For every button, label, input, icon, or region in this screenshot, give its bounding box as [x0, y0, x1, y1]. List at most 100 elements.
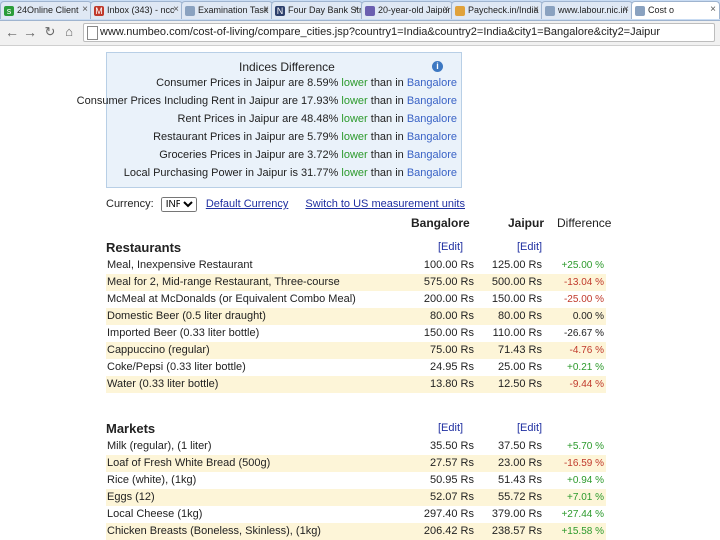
- indices-post: than in: [367, 113, 407, 125]
- indices-post: than in: [367, 77, 407, 89]
- item-name: Eggs (12): [107, 491, 155, 503]
- price-cell: 13.80 Rs: [429, 378, 474, 390]
- indices-title: Indices Difference: [239, 60, 335, 74]
- indices-pre: Consumer Prices Including Rent in Jaipur…: [76, 95, 342, 107]
- price-cell: 500.00 Rs: [491, 276, 542, 288]
- tab-close-icon[interactable]: ×: [623, 4, 629, 15]
- table-row: Coke/Pepsi (0.33 liter bottle) 24.95 Rs 25…: [106, 359, 606, 376]
- price-cell: 200.00 Rs: [423, 293, 474, 305]
- tab-label: Examination Task: [198, 5, 269, 15]
- item-name: McMeal at McDonalds (or Equivalent Combo…: [107, 293, 356, 305]
- indices-city: Bangalore: [406, 149, 457, 161]
- item-name: Coke/Pepsi (0.33 liter bottle): [107, 361, 246, 373]
- indices-difference-box: Indices Difference i Consumer Prices in …: [77, 52, 462, 188]
- edit-restaurants-bangalore[interactable]: [Edit]: [438, 241, 463, 253]
- indices-pre: Groceries Prices in Jaipur are 3.72%: [159, 149, 342, 161]
- table-row: Local Cheese (1kg) 297.40 Rs 379.00 Rs +27.…: [106, 506, 606, 523]
- item-name: Milk (regular), (1 liter): [107, 440, 212, 452]
- price-cell: 125.00 Rs: [491, 259, 542, 271]
- difference-cell: 0.00 %: [572, 311, 604, 322]
- browser-tab[interactable]: 20-year-old Jaipur ×: [361, 1, 453, 19]
- indices-city: Bangalore: [406, 167, 457, 179]
- table-row: Milk (regular), (1 liter) 35.50 Rs 37.50 R…: [106, 438, 606, 455]
- price-cell: 55.72 Rs: [497, 491, 542, 503]
- price-cell: 50.95 Rs: [429, 474, 474, 486]
- tab-label: Cost o: [648, 5, 675, 15]
- difference-cell: +25.00 %: [561, 260, 604, 271]
- price-cell: 297.40 Rs: [423, 508, 474, 520]
- favicon-icon: [635, 6, 645, 16]
- forward-icon[interactable]: →: [22, 24, 38, 40]
- tab-close-icon[interactable]: ×: [263, 4, 269, 15]
- edit-restaurants-jaipur[interactable]: [Edit]: [517, 241, 542, 253]
- browser-tab[interactable]: N Four Day Bank Str ×: [271, 1, 363, 19]
- browser-tab[interactable]: Cost o ×: [631, 1, 720, 19]
- price-cell: 24.95 Rs: [429, 361, 474, 373]
- default-currency-link[interactable]: Default Currency: [206, 198, 289, 210]
- favicon-icon: N: [275, 6, 285, 16]
- currency-select[interactable]: INR: [160, 197, 197, 212]
- indices-pre: Consumer Prices in Jaipur are 8.59%: [156, 77, 342, 89]
- price-cell: 51.43 Rs: [497, 474, 542, 486]
- item-name: Water (0.33 liter bottle): [107, 378, 219, 390]
- item-name: Local Cheese (1kg): [107, 508, 203, 520]
- tab-label: 24Online Client: [17, 5, 79, 15]
- table-row: Loaf of Fresh White Bread (500g) 27.57 Rs…: [106, 455, 606, 472]
- tab-close-icon[interactable]: ×: [82, 4, 88, 15]
- table-row: Meal, Inexpensive Restaurant 100.00 Rs 125…: [106, 257, 606, 274]
- difference-cell: +15.58 %: [561, 526, 604, 537]
- item-name: Imported Beer (0.33 liter bottle): [107, 327, 260, 339]
- favicon-icon: [545, 6, 555, 16]
- browser-tab[interactable]: s 24Online Client ×: [0, 1, 92, 19]
- price-cell: 37.50 Rs: [497, 440, 542, 452]
- price-cell: 80.00 Rs: [497, 310, 542, 322]
- back-icon[interactable]: ←: [4, 24, 20, 40]
- address-bar[interactable]: www.numbeo.com/cost-of-living/compare_ci…: [83, 23, 715, 42]
- indices-city: Bangalore: [406, 77, 457, 89]
- browser-tab[interactable]: Examination Task ×: [181, 1, 273, 19]
- indices-post: than in: [367, 167, 407, 179]
- us-units-link[interactable]: Switch to US measurement units: [305, 198, 465, 210]
- item-name: Loaf of Fresh White Bread (500g): [107, 457, 271, 469]
- favicon-icon: M: [94, 6, 104, 16]
- tab-close-icon[interactable]: ×: [443, 4, 449, 15]
- price-cell: 110.00 Rs: [492, 327, 542, 339]
- difference-cell: -9.44 %: [569, 379, 604, 390]
- indices-city: Bangalore: [406, 113, 457, 125]
- price-cell: 150.00 Rs: [491, 293, 542, 305]
- tab-close-icon[interactable]: ×: [353, 4, 359, 15]
- edit-markets-jaipur[interactable]: [Edit]: [517, 422, 542, 434]
- info-icon[interactable]: i: [432, 61, 443, 72]
- home-icon[interactable]: ⌂: [61, 24, 77, 39]
- browser-tab[interactable]: Paycheck.in/India ×: [451, 1, 543, 19]
- browser-tab[interactable]: M Inbox (343) - ncc ×: [90, 1, 183, 19]
- indices-dir: lower: [341, 95, 368, 107]
- tab-close-icon[interactable]: ×: [533, 4, 539, 15]
- indices-dir: lower: [341, 77, 368, 89]
- indices-row: Consumer Prices in Jaipur are 8.59% lowe…: [156, 77, 457, 89]
- column-jaipur: Jaipur: [508, 216, 545, 230]
- edit-markets-bangalore[interactable]: [Edit]: [438, 422, 463, 434]
- favicon-icon: s: [4, 6, 14, 16]
- tab-close-icon[interactable]: ×: [173, 4, 179, 15]
- tab-label: Paycheck.in/India: [468, 5, 539, 15]
- price-cell: 80.00 Rs: [429, 310, 474, 322]
- browser-tab[interactable]: www.labour.nic.in ×: [541, 1, 633, 19]
- item-name: Rice (white), (1kg): [107, 474, 197, 486]
- favicon-icon: [455, 6, 465, 16]
- indices-row: Restaurant Prices in Jaipur are 5.79% lo…: [153, 131, 457, 143]
- column-bangalore: Bangalore: [411, 216, 470, 230]
- difference-cell: -25.00 %: [563, 294, 604, 305]
- item-name: Meal, Inexpensive Restaurant: [107, 259, 253, 271]
- indices-pre: Restaurant Prices in Jaipur are 5.79%: [153, 131, 342, 143]
- section-markets: Markets: [106, 421, 156, 436]
- price-cell: 150.00 Rs: [423, 327, 474, 339]
- reload-icon[interactable]: ↻: [42, 24, 58, 40]
- item-name: Cappuccino (regular): [107, 344, 210, 356]
- table-row: Meal for 2, Mid-range Restaurant, Three-…: [106, 274, 606, 291]
- url-text[interactable]: www.numbeo.com/cost-of-living/compare_ci…: [100, 26, 660, 38]
- tab-close-icon[interactable]: ×: [710, 4, 716, 15]
- currency-bar: Currency: INR Default Currency Switch to…: [106, 197, 479, 212]
- difference-cell: +5.70 %: [567, 441, 604, 452]
- difference-cell: +7.01 %: [567, 492, 604, 503]
